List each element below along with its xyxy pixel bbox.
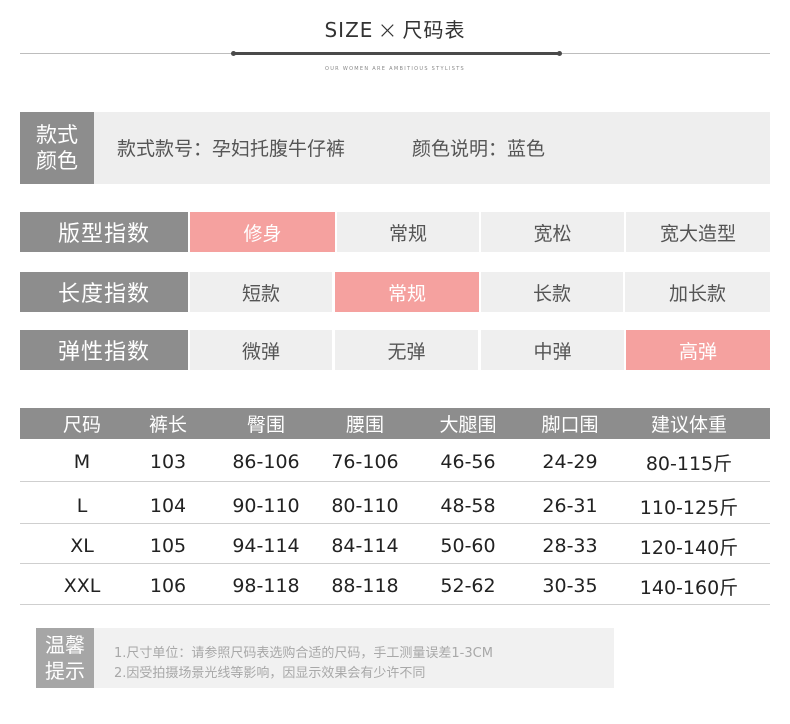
measure-cell: 24-29 bbox=[542, 451, 598, 473]
measure-cell: 46-56 bbox=[440, 451, 496, 473]
measure-cell: 50-60 bbox=[440, 535, 496, 557]
title-en: SIZE bbox=[324, 18, 374, 42]
column-header: 臀围 bbox=[246, 414, 285, 436]
column-header: 建议体重 bbox=[650, 414, 727, 436]
style-model: 款式款号：孕妇托腹牛仔裤 bbox=[117, 138, 346, 160]
measure-cell: 48-58 bbox=[440, 495, 496, 517]
size-cell: XL bbox=[70, 535, 94, 557]
page-title: SIZE × 尺码表 bbox=[0, 14, 790, 44]
row-divider bbox=[20, 604, 770, 605]
style-color: 颜色说明：蓝色 bbox=[412, 138, 546, 160]
tip-line: 1.尺寸单位：请参照尺码表选购合适的尺码，手工测量误差1-3CM bbox=[114, 646, 493, 661]
row-divider bbox=[20, 481, 770, 482]
fit-option: 宽松 bbox=[481, 212, 624, 252]
tips-label-line2: 提示 bbox=[45, 659, 85, 683]
measure-cell: 110-125斤 bbox=[639, 496, 739, 519]
header-accent-bar bbox=[234, 52, 560, 55]
fit-index-label: 版型指数 bbox=[20, 212, 188, 252]
column-header: 裤长 bbox=[148, 414, 187, 436]
elasticity-option: 无弹 bbox=[335, 330, 478, 370]
measure-cell: 88-118 bbox=[331, 575, 399, 597]
fit-option: 修身 bbox=[190, 212, 335, 252]
title-cn: 尺码表 bbox=[402, 18, 466, 42]
tip-line: 2.因受拍摄场景光线等影响，因显示效果会有少许不同 bbox=[114, 666, 426, 681]
column-header: 脚口围 bbox=[541, 414, 599, 436]
measure-cell: 98-118 bbox=[232, 575, 300, 597]
elasticity-option: 微弹 bbox=[190, 330, 332, 370]
size-cell: L bbox=[76, 495, 88, 517]
measure-cell: 103 bbox=[149, 451, 187, 473]
row-divider bbox=[20, 563, 770, 564]
column-header: 腰围 bbox=[345, 414, 384, 436]
measure-cell: 106 bbox=[149, 575, 187, 597]
measure-cell: 76-106 bbox=[331, 451, 399, 473]
measure-cell: 86-106 bbox=[232, 451, 300, 473]
row-divider bbox=[20, 523, 770, 524]
elasticity-index-label: 弹性指数 bbox=[20, 330, 188, 370]
elasticity-option: 中弹 bbox=[481, 330, 624, 370]
column-header: 尺码 bbox=[62, 414, 101, 436]
accent-dot-left bbox=[231, 51, 236, 56]
measure-cell: 120-140斤 bbox=[639, 536, 739, 559]
style-label-line2: 颜色 bbox=[36, 149, 78, 173]
length-option: 常规 bbox=[335, 272, 479, 312]
fit-option: 常规 bbox=[337, 212, 479, 252]
measure-cell: 104 bbox=[149, 495, 187, 517]
style-label-line1: 款式 bbox=[36, 123, 78, 147]
size-cell: XXL bbox=[63, 575, 101, 597]
measure-cell: 140-160斤 bbox=[639, 576, 739, 599]
measure-cell: 52-62 bbox=[440, 575, 496, 597]
elasticity-option: 高弹 bbox=[626, 330, 770, 370]
fit-option: 宽大造型 bbox=[626, 212, 770, 252]
measure-cell: 80-115斤 bbox=[645, 452, 733, 475]
measure-cell: 30-35 bbox=[542, 575, 598, 597]
measure-cell: 105 bbox=[149, 535, 187, 557]
tips-label: 温馨 提示 bbox=[36, 628, 94, 688]
column-header: 大腿围 bbox=[439, 414, 497, 436]
measure-cell: 84-114 bbox=[331, 535, 399, 557]
tagline: OUR WOMEN ARE AMBITIOUS STYLISTS bbox=[324, 66, 466, 72]
measure-cell: 90-110 bbox=[232, 495, 300, 517]
length-index-label: 长度指数 bbox=[20, 272, 188, 312]
style-label: 款式 颜色 bbox=[20, 112, 94, 184]
length-option: 加长款 bbox=[625, 272, 770, 312]
tips-label-line1: 温馨 bbox=[45, 633, 85, 657]
measure-cell: 26-31 bbox=[542, 495, 598, 517]
size-cell: M bbox=[73, 451, 91, 473]
measure-cell: 94-114 bbox=[232, 535, 300, 557]
accent-dot-right bbox=[557, 51, 562, 56]
length-option: 短款 bbox=[190, 272, 332, 312]
length-option: 长款 bbox=[481, 272, 623, 312]
title-separator: × bbox=[377, 16, 399, 44]
measure-cell: 80-110 bbox=[331, 495, 399, 517]
measure-cell: 28-33 bbox=[542, 535, 598, 557]
